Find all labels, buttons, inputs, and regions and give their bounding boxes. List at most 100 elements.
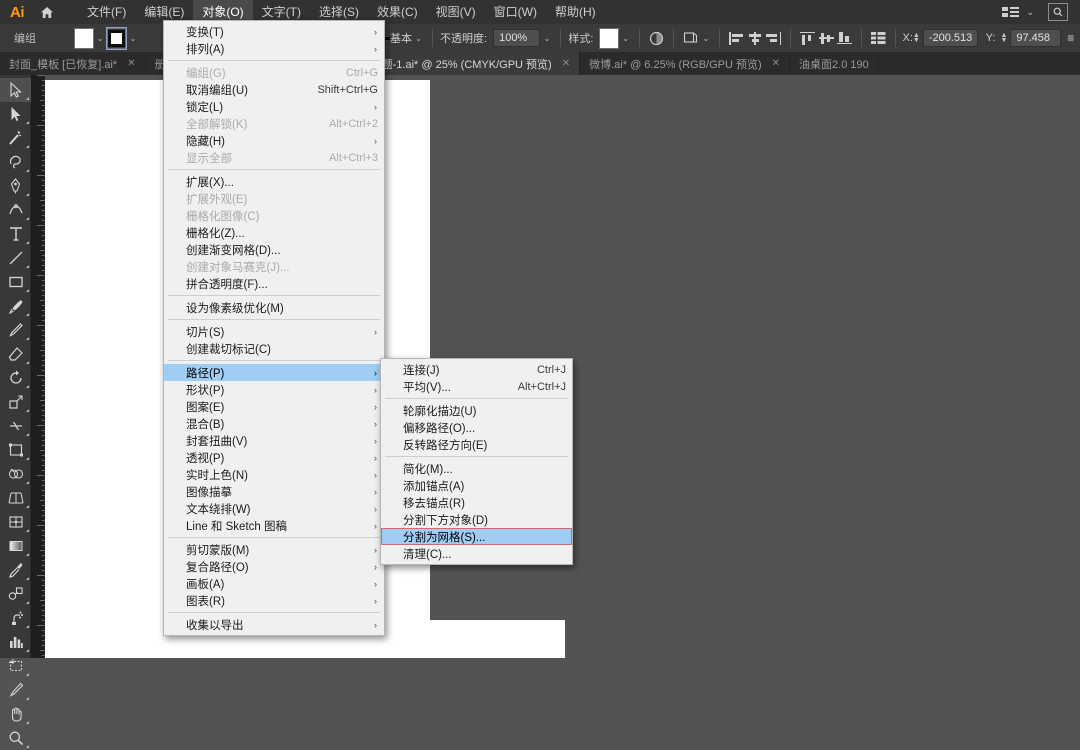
- object-dropdown-menu[interactable]: 变换(T)›排列(A)›编组(G)Ctrl+G取消编组(U)Shift+Ctrl…: [163, 20, 385, 636]
- menu-item[interactable]: 实时上色(N)›: [164, 466, 384, 483]
- eraser-tool-icon[interactable]: [0, 342, 31, 366]
- eyedropper-tool-icon[interactable]: [0, 558, 31, 582]
- menu-item[interactable]: 收集以导出›: [164, 616, 384, 633]
- recolor-artwork-icon[interactable]: [647, 28, 666, 48]
- menu-7[interactable]: 窗口(W): [485, 0, 546, 24]
- lasso-tool-icon[interactable]: [0, 150, 31, 174]
- close-tab-icon[interactable]: ✕: [772, 58, 780, 69]
- width-tool-icon[interactable]: [0, 414, 31, 438]
- zoom-tool-icon[interactable]: [0, 726, 31, 750]
- menu-item[interactable]: 分割为网格(S)...: [381, 528, 572, 545]
- stroke-chevron-down-icon[interactable]: ⌄: [126, 34, 139, 43]
- y-coordinate-input[interactable]: 97.458: [1010, 29, 1061, 47]
- magic-wand-tool-icon[interactable]: [0, 126, 31, 150]
- menu-item[interactable]: 清理(C)...: [381, 545, 572, 562]
- workspace-grid-icon[interactable]: [1002, 5, 1022, 19]
- menu-item[interactable]: 变换(T)›: [164, 23, 384, 40]
- slice-tool-icon[interactable]: [0, 678, 31, 702]
- y-stepper[interactable]: ▲▼: [1000, 33, 1007, 43]
- menu-item[interactable]: 锁定(L)›: [164, 98, 384, 115]
- menu-item[interactable]: 隐藏(H)›: [164, 132, 384, 149]
- close-tab-icon[interactable]: ✕: [562, 58, 570, 69]
- scale-tool-icon[interactable]: [0, 390, 31, 414]
- gradient-tool-icon[interactable]: [0, 534, 31, 558]
- rotate-tool-icon[interactable]: [0, 366, 31, 390]
- selection-tool-icon[interactable]: [0, 78, 31, 102]
- direct-selection-tool-icon[interactable]: [0, 102, 31, 126]
- menu-item[interactable]: 连接(J)Ctrl+J: [381, 361, 572, 378]
- menu-item[interactable]: 偏移路径(O)...: [381, 419, 572, 436]
- menu-item[interactable]: 平均(V)...Alt+Ctrl+J: [381, 378, 572, 395]
- menu-item[interactable]: 图表(R)›: [164, 592, 384, 609]
- search-doc-icon[interactable]: [1048, 3, 1068, 21]
- menu-item[interactable]: 简化(M)...: [381, 460, 572, 477]
- menu-0[interactable]: 文件(F): [78, 0, 135, 24]
- menu-item[interactable]: 图案(E)›: [164, 398, 384, 415]
- menu-item[interactable]: 形状(P)›: [164, 381, 384, 398]
- artboard-secondary[interactable]: [430, 620, 565, 658]
- menu-item[interactable]: 栅格化(Z)...: [164, 224, 384, 241]
- menu-item[interactable]: 取消编组(U)Shift+Ctrl+G: [164, 81, 384, 98]
- menu-item[interactable]: 移去锚点(R): [381, 494, 572, 511]
- shaper-tool-icon[interactable]: [0, 318, 31, 342]
- align-center-h-icon[interactable]: [746, 28, 765, 48]
- menu-item[interactable]: 文本绕排(W)›: [164, 500, 384, 517]
- rectangle-tool-icon[interactable]: [0, 270, 31, 294]
- document-tab[interactable]: 微博.ai* @ 6.25% (RGB/GPU 预览)✕: [580, 52, 790, 75]
- x-stepper[interactable]: ▲▼: [913, 33, 920, 43]
- hand-tool-icon[interactable]: [0, 702, 31, 726]
- menu-item[interactable]: 轮廓化描边(U): [381, 402, 572, 419]
- menu-item[interactable]: 添加锚点(A): [381, 477, 572, 494]
- perspective-grid-tool-icon[interactable]: [0, 486, 31, 510]
- symbol-sprayer-tool-icon[interactable]: [0, 606, 31, 630]
- home-icon[interactable]: [34, 0, 60, 24]
- menu-item[interactable]: 创建裁切标记(C): [164, 340, 384, 357]
- curvature-tool-icon[interactable]: [0, 198, 31, 222]
- close-tab-icon[interactable]: ✕: [127, 58, 135, 69]
- opacity-input[interactable]: 100%: [493, 29, 540, 47]
- transform-chevron-down-icon[interactable]: ⌄: [699, 34, 712, 43]
- transform-panel-icon[interactable]: [681, 28, 700, 48]
- menu-item[interactable]: 分割下方对象(D): [381, 511, 572, 528]
- mesh-tool-icon[interactable]: [0, 510, 31, 534]
- more-options-icon[interactable]: ≡: [1061, 28, 1080, 48]
- fill-color-swatch[interactable]: [74, 28, 94, 49]
- menu-item[interactable]: 路径(P)›: [164, 364, 384, 381]
- opacity-chevron-down-icon[interactable]: ⌄: [540, 34, 553, 43]
- pen-tool-icon[interactable]: [0, 174, 31, 198]
- menu-item[interactable]: 扩展(X)...: [164, 173, 384, 190]
- menu-item[interactable]: Line 和 Sketch 图稿›: [164, 517, 384, 534]
- document-tab[interactable]: 封面_模板 [已恢复].ai*✕: [0, 52, 146, 75]
- line-segment-tool-icon[interactable]: [0, 246, 31, 270]
- menu-item[interactable]: 设为像素级优化(M): [164, 299, 384, 316]
- workspace-chevron-down-icon[interactable]: ⌄: [1026, 7, 1034, 18]
- align-right-icon[interactable]: [765, 28, 784, 48]
- menu-item[interactable]: 透视(P)›: [164, 449, 384, 466]
- menu-item[interactable]: 排列(A)›: [164, 40, 384, 57]
- stroke-color-swatch[interactable]: [107, 28, 127, 49]
- menu-item[interactable]: 反转路径方向(E): [381, 436, 572, 453]
- x-coordinate-input[interactable]: -200.513: [923, 29, 978, 47]
- menu-item[interactable]: 封套扭曲(V)›: [164, 432, 384, 449]
- menu-item[interactable]: 图像描摹›: [164, 483, 384, 500]
- menu-item[interactable]: 拼合透明度(F)...: [164, 275, 384, 292]
- paintbrush-tool-icon[interactable]: [0, 294, 31, 318]
- align-left-icon[interactable]: [727, 28, 746, 48]
- shape-builder-tool-icon[interactable]: [0, 462, 31, 486]
- document-tab[interactable]: 未标题-1.ai* @ 25% (CMYK/GPU 预览)✕: [351, 52, 580, 75]
- free-transform-tool-icon[interactable]: [0, 438, 31, 462]
- menu-item[interactable]: 切片(S)›: [164, 323, 384, 340]
- style-chevron-down-icon[interactable]: ⌄: [619, 34, 632, 43]
- stroke-profile-chevron-down-icon[interactable]: ⌄: [412, 34, 425, 43]
- type-tool-icon[interactable]: [0, 222, 31, 246]
- menu-item[interactable]: 剪切蒙版(M)›: [164, 541, 384, 558]
- distribute-spacing-icon[interactable]: [869, 28, 888, 48]
- menu-item[interactable]: 混合(B)›: [164, 415, 384, 432]
- document-tab[interactable]: 油桌面2.0 190: [790, 52, 879, 75]
- menu-item[interactable]: 画板(A)›: [164, 575, 384, 592]
- column-graph-tool-icon[interactable]: [0, 630, 31, 654]
- align-top-icon[interactable]: [798, 28, 817, 48]
- menu-6[interactable]: 视图(V): [427, 0, 485, 24]
- fill-chevron-down-icon[interactable]: ⌄: [94, 34, 107, 43]
- blend-tool-icon[interactable]: [0, 582, 31, 606]
